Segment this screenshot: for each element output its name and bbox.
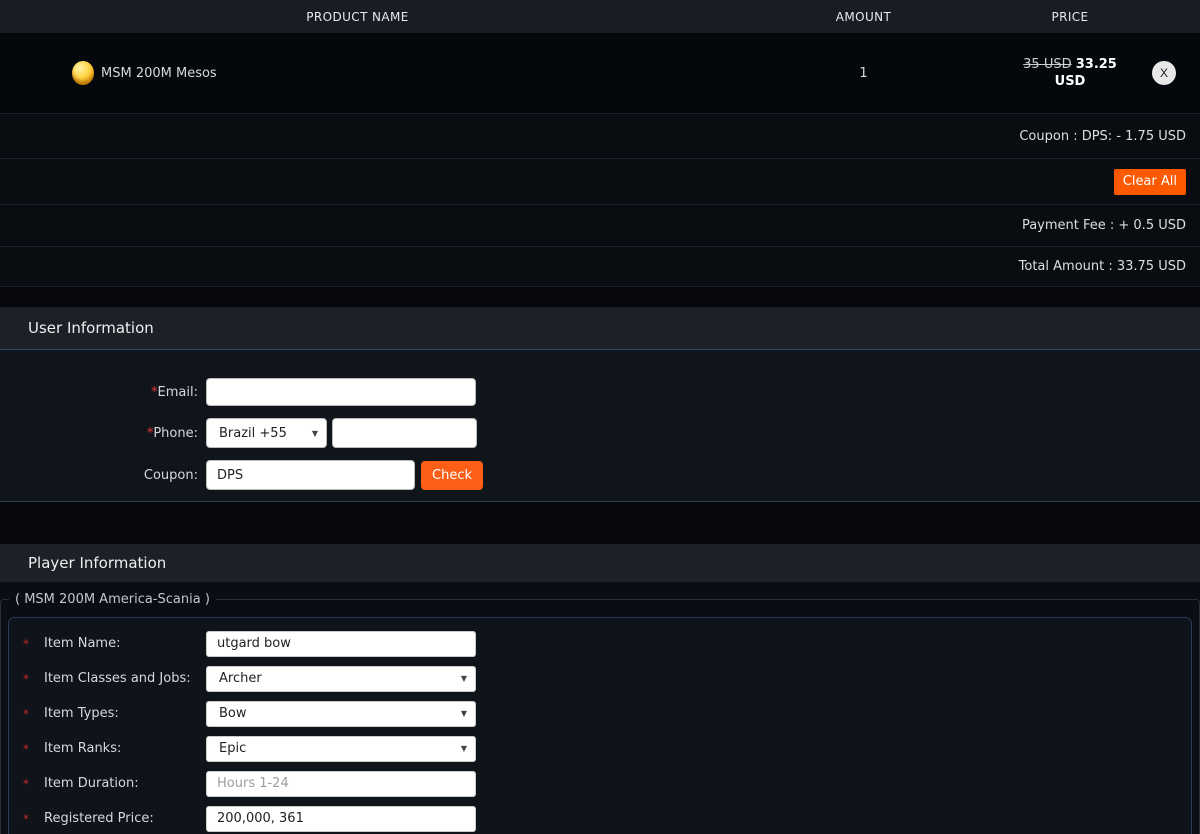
chevron-down-icon: ▼ <box>311 428 318 438</box>
coupon-label: Coupon: <box>143 467 198 483</box>
registered-price-row: * Registered Price: <box>9 801 1191 834</box>
remove-item-button[interactable]: X <box>1152 61 1176 85</box>
coupon-input[interactable] <box>206 460 415 490</box>
email-label: *Email: <box>151 384 198 400</box>
chevron-down-icon: ▼ <box>460 709 467 718</box>
price-header: PRICE <box>1051 9 1089 24</box>
check-coupon-button[interactable]: Check <box>421 460 483 490</box>
section-gap <box>0 502 1200 544</box>
required-asterisk: * <box>23 811 29 826</box>
item-duration-row: * Item Duration: <box>9 766 1191 801</box>
section-gap <box>0 287 1200 307</box>
required-asterisk: * <box>23 706 29 721</box>
payment-fee-row: Payment Fee : + 0.5 USD <box>0 205 1200 247</box>
cart-header-row: PRODUCT NAME AMOUNT PRICE <box>0 0 1200 33</box>
item-classes-select[interactable]: Archer ▼ <box>206 665 476 692</box>
clear-all-button[interactable]: Clear All <box>1113 168 1186 195</box>
chevron-down-icon: ▼ <box>460 744 467 753</box>
item-classes-row: * Item Classes and Jobs: Archer ▼ <box>9 661 1191 696</box>
item-types-row: * Item Types: Bow ▼ <box>9 696 1191 731</box>
product-cell: MSM 200M Mesos <box>0 61 715 85</box>
email-field-row: *Email: <box>0 378 1200 406</box>
required-asterisk: * <box>23 741 29 756</box>
item-types-label: Item Types: <box>44 706 119 721</box>
item-ranks-select[interactable]: Epic ▼ <box>206 735 476 762</box>
player-information-form: * Item Name: * Item Classes and Jobs: Ar… <box>8 617 1192 834</box>
phone-country-select[interactable]: Brazil +55 ▼ <box>206 418 327 448</box>
product-name-header: PRODUCT NAME <box>306 9 409 24</box>
item-duration-input[interactable] <box>206 770 476 797</box>
payment-fee-text: Payment Fee : + 0.5 USD <box>1021 218 1186 233</box>
total-amount-text: Total Amount : 33.75 USD <box>1018 259 1186 274</box>
user-information-title: User Information <box>28 319 154 337</box>
amount-header: AMOUNT <box>835 9 892 24</box>
user-information-form: *Email: *Phone: Brazil +55 ▼ Coupon: Che… <box>0 349 1200 502</box>
required-asterisk: * <box>23 636 29 651</box>
required-asterisk: * <box>23 671 29 686</box>
cart-item-row: MSM 200M Mesos 1 35 USD 33.25 USD X <box>0 33 1200 113</box>
phone-number-input[interactable] <box>332 418 477 448</box>
item-types-value: Bow <box>219 706 247 721</box>
cart-table: PRODUCT NAME AMOUNT PRICE MSM 200M Mesos… <box>0 0 1200 287</box>
chevron-down-icon: ▼ <box>460 674 467 683</box>
item-name-input[interactable] <box>206 630 476 657</box>
phone-country-value: Brazil +55 <box>219 425 287 441</box>
player-information-title: Player Information <box>28 554 167 572</box>
phone-label: *Phone: <box>146 425 198 441</box>
gold-coin-icon <box>72 61 94 85</box>
order-summary: Coupon : DPS: - 1.75 USD Clear All Payme… <box>0 113 1200 287</box>
item-ranks-value: Epic <box>219 741 247 756</box>
coupon-discount-row: Coupon : DPS: - 1.75 USD <box>0 114 1200 159</box>
registered-price-label: Registered Price: <box>44 811 154 826</box>
item-price: 35 USD 33.25 USD <box>1012 56 1128 90</box>
server-fieldset: ( MSM 200M America-Scania ) * Item Name:… <box>0 592 1200 834</box>
registered-price-input[interactable] <box>206 805 476 832</box>
coupon-field-row: Coupon: Check <box>0 460 1200 490</box>
old-price: 35 USD <box>1023 57 1072 72</box>
item-ranks-label: Item Ranks: <box>44 741 122 756</box>
clear-all-row: Clear All <box>0 159 1200 205</box>
server-legend: ( MSM 200M America-Scania ) <box>15 592 210 607</box>
email-input[interactable] <box>206 378 476 406</box>
item-classes-value: Archer <box>219 671 262 686</box>
user-information-header: User Information <box>0 307 1200 349</box>
item-name-label: Item Name: <box>44 636 121 651</box>
coupon-discount-text: Coupon : DPS: - 1.75 USD <box>1019 128 1186 144</box>
total-amount-row: Total Amount : 33.75 USD <box>0 247 1200 287</box>
remove-cell: X <box>1128 61 1200 85</box>
item-ranks-row: * Item Ranks: Epic ▼ <box>9 731 1191 766</box>
item-types-select[interactable]: Bow ▼ <box>206 700 476 727</box>
item-name-row: * Item Name: <box>9 626 1191 661</box>
item-classes-label: Item Classes and Jobs: <box>44 671 191 686</box>
required-asterisk: * <box>23 776 29 791</box>
player-information-header: Player Information <box>0 544 1200 582</box>
item-amount: 1 <box>859 65 868 81</box>
product-name: MSM 200M Mesos <box>101 65 217 81</box>
phone-field-row: *Phone: Brazil +55 ▼ <box>0 418 1200 448</box>
item-duration-label: Item Duration: <box>44 776 139 791</box>
